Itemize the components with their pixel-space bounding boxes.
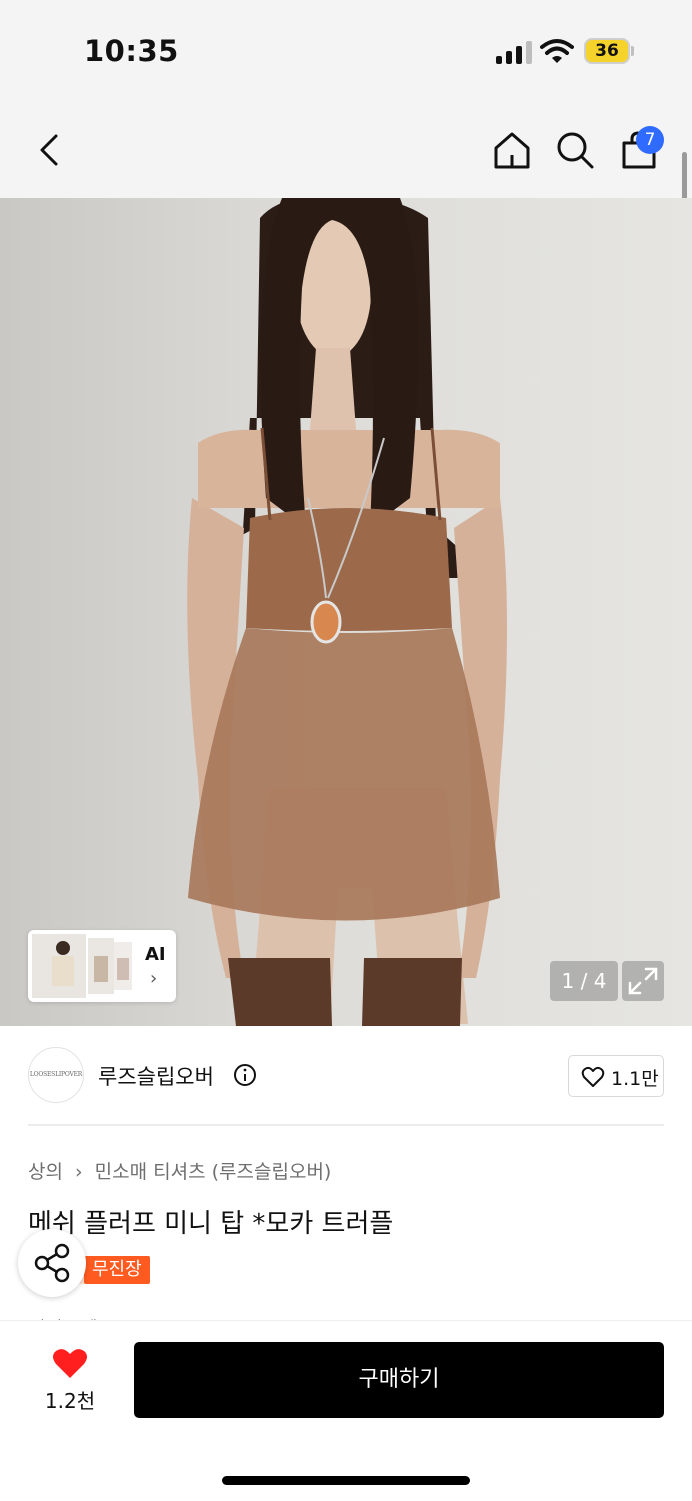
divider <box>28 1124 664 1126</box>
home-indicator <box>222 1476 470 1485</box>
cellular-signal-icon <box>496 40 532 64</box>
thumbnail-stack <box>32 934 132 998</box>
expand-icon <box>628 967 658 995</box>
ai-label[interactable]: AI <box>145 944 166 965</box>
brand-name[interactable]: 루즈슬립오버 <box>98 1061 214 1091</box>
product-image[interactable] <box>0 198 692 1026</box>
home-icon[interactable] <box>490 128 534 172</box>
share-icon <box>34 1243 70 1283</box>
nav-bar <box>0 100 692 198</box>
wishlist-button[interactable]: 1.2천 <box>44 1345 96 1415</box>
chevron-right-icon: › <box>75 1161 83 1183</box>
wifi-icon <box>540 39 574 63</box>
status-bar: 10:35 36 <box>0 0 692 100</box>
wishlist-count: 1.2천 <box>44 1389 96 1413</box>
breadcrumb-item-category[interactable]: 민소매 티셔츠 (루즈슬립오버) <box>95 1157 332 1184</box>
breadcrumb: 상의 › 민소매 티셔츠 (루즈슬립오버) <box>28 1157 331 1184</box>
product-photo-illustration <box>187 198 507 1026</box>
brand-like-count: 1.1만 <box>611 1068 659 1090</box>
status-time: 10:35 <box>84 34 179 68</box>
battery-tip <box>631 46 634 56</box>
cart-count-badge: 7 <box>636 126 664 154</box>
buy-button[interactable]: 구매하기 <box>134 1342 664 1418</box>
chevron-right-icon: › <box>150 968 158 989</box>
share-button[interactable] <box>18 1229 86 1297</box>
breadcrumb-item-top[interactable]: 상의 <box>28 1157 63 1184</box>
info-icon[interactable] <box>233 1063 257 1087</box>
heart-filled-icon <box>53 1349 87 1378</box>
brand-like-button[interactable]: 1.1만 <box>568 1055 664 1097</box>
fullscreen-button[interactable] <box>622 961 664 1001</box>
back-arrow-icon[interactable] <box>28 128 72 172</box>
musinsa-badge: 무진장 <box>84 1256 150 1284</box>
heart-outline-icon <box>581 1066 605 1087</box>
image-counter: 1 / 4 <box>550 961 618 1001</box>
battery-indicator: 36 <box>584 38 630 64</box>
brand-logo[interactable]: LOOSESLIPOVER <box>28 1047 84 1103</box>
ai-similar-thumbnails[interactable] <box>28 930 176 1002</box>
search-icon[interactable] <box>553 128 597 172</box>
